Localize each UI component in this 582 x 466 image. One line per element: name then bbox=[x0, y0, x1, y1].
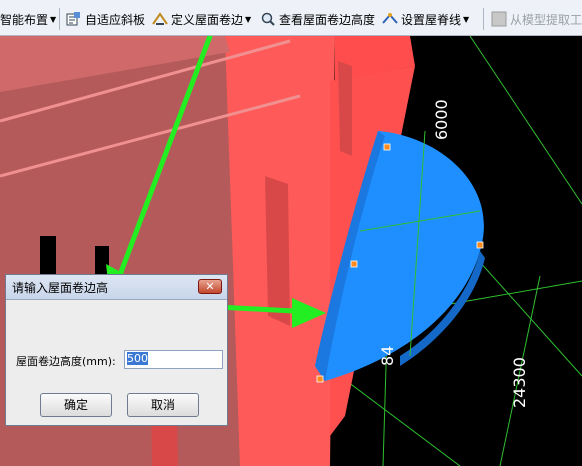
ridge-line-button[interactable]: 设置屋脊线 ▼ bbox=[382, 9, 469, 29]
toolbar-separator bbox=[483, 8, 484, 30]
view-edge-height-icon bbox=[261, 12, 275, 26]
toolbar-separator bbox=[59, 8, 60, 30]
cancel-button[interactable]: 取消 bbox=[127, 393, 199, 417]
ridge-line-icon bbox=[382, 13, 398, 24]
define-roof-edge-button[interactable]: 定义屋面卷边 ▼ bbox=[152, 9, 251, 29]
view-edge-height-button[interactable]: 查看屋面卷边高度 bbox=[260, 9, 375, 29]
grid-line bbox=[469, 36, 582, 205]
dialog-title: 请输入屋面卷边高 bbox=[12, 281, 109, 295]
close-icon: ✕ bbox=[205, 280, 215, 293]
slab-opening bbox=[40, 236, 56, 276]
toolbar-item-label: 从模型提取工 bbox=[510, 12, 582, 27]
define-roof-edge-icon bbox=[152, 12, 168, 25]
axis-label-24300: 24300 bbox=[510, 357, 529, 408]
toolbar-item-label: 定义屋面卷边 bbox=[171, 12, 244, 27]
toolbar-item-label: 智能布置 bbox=[0, 12, 49, 27]
toolbar: 智能布置 ▼ 自适应斜板 定义屋面卷边 ▼ 查看屋面卷边高度 设置屋脊线 ▼ 从… bbox=[0, 0, 582, 36]
edge-height-input[interactable]: 500 bbox=[124, 350, 223, 369]
adaptive-slab-icon bbox=[66, 12, 80, 26]
dialog-title-bar[interactable]: 请输入屋面卷边高 ✕ bbox=[6, 275, 227, 300]
chevron-down-icon: ▼ bbox=[245, 14, 252, 24]
slab-rib bbox=[338, 61, 352, 156]
adaptive-slab-button[interactable]: 自适应斜板 bbox=[66, 9, 145, 29]
edge-marker bbox=[350, 260, 358, 268]
edge-marker bbox=[316, 375, 324, 383]
close-button[interactable]: ✕ bbox=[198, 279, 222, 294]
extract-from-model-button[interactable]: 从模型提取工 bbox=[491, 9, 582, 29]
grid-line bbox=[339, 375, 461, 466]
slab-rib bbox=[265, 176, 290, 326]
edge-height-value: 500 bbox=[127, 352, 148, 365]
smart-layout-button[interactable]: 智能布置 ▼ bbox=[0, 9, 56, 29]
ok-button[interactable]: 确定 bbox=[40, 393, 112, 417]
toolbar-item-label: 查看屋面卷边高度 bbox=[279, 12, 376, 27]
axis-label-6000: 6000 bbox=[432, 99, 451, 140]
extract-from-model-icon bbox=[491, 11, 507, 27]
toolbar-item-label: 自适应斜板 bbox=[85, 12, 146, 27]
roof-edge-height-dialog: 请输入屋面卷边高 ✕ 屋面卷边高度(mm): 500 确定 取消 bbox=[5, 274, 228, 426]
edge-marker bbox=[383, 143, 391, 151]
chevron-down-icon: ▼ bbox=[463, 14, 470, 24]
edge-height-label: 屋面卷边高度(mm): bbox=[16, 355, 116, 368]
chevron-down-icon: ▼ bbox=[50, 14, 57, 24]
toolbar-item-label: 设置屋脊线 bbox=[401, 12, 462, 27]
axis-label-84: 84 bbox=[378, 345, 397, 366]
edge-marker bbox=[476, 241, 484, 249]
